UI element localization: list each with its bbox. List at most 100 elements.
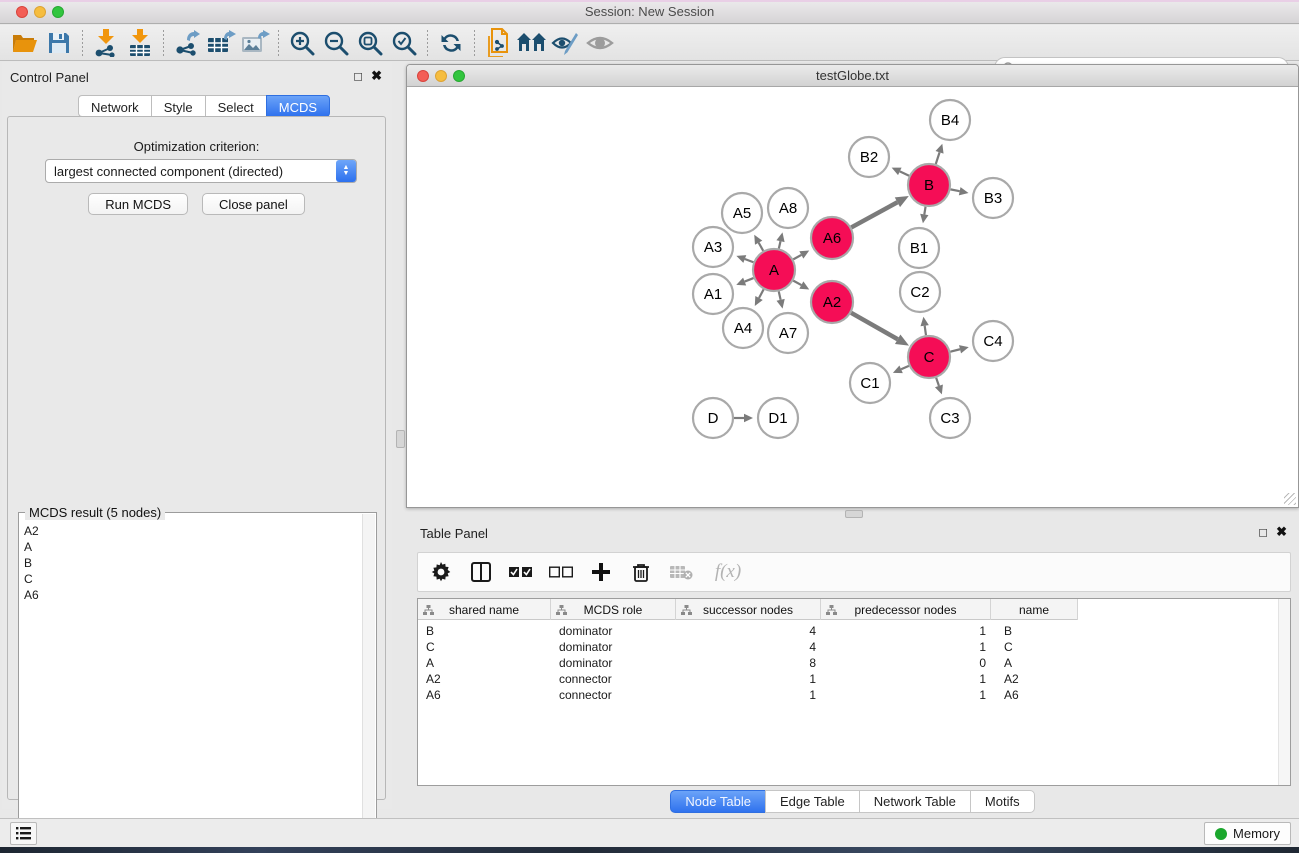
graph-edge[interactable] bbox=[793, 255, 801, 259]
graph-node-label: B3 bbox=[984, 190, 1002, 207]
criterion-value: largest connected component (directed) bbox=[46, 164, 336, 179]
status-bar: Memory bbox=[0, 818, 1299, 847]
graph-edge[interactable] bbox=[779, 291, 781, 299]
edge-arrowhead-icon bbox=[736, 255, 746, 263]
attribute-icon bbox=[826, 605, 837, 615]
zoom-selected-icon[interactable] bbox=[387, 28, 421, 58]
mcds-tab-content: Optimization criterion: largest connecte… bbox=[7, 116, 386, 800]
show-column-icon[interactable] bbox=[468, 559, 494, 585]
tab-network[interactable]: Network bbox=[78, 95, 151, 117]
column-header-mcds-role[interactable]: MCDS role bbox=[551, 599, 676, 620]
result-scrollbar[interactable] bbox=[362, 514, 375, 846]
zoom-fit-icon[interactable] bbox=[353, 28, 387, 58]
new-session-from-network-icon[interactable] bbox=[481, 28, 515, 58]
network-canvas[interactable]: AA5A8A3A1A4A7A6A2BB2B4B3B1CC2C4C1C3DD1 bbox=[408, 88, 1297, 507]
graph-edge[interactable] bbox=[851, 313, 898, 339]
result-item[interactable]: A6 bbox=[24, 587, 360, 603]
graph-edge[interactable] bbox=[924, 207, 925, 215]
select-all-columns-icon[interactable] bbox=[508, 559, 534, 585]
close-panel-button[interactable]: Close panel bbox=[202, 193, 305, 215]
graph-node-label: B bbox=[924, 177, 934, 194]
horizontal-splitter-grip[interactable] bbox=[845, 510, 863, 518]
column-header-name[interactable]: name bbox=[991, 599, 1078, 620]
zoom-in-icon[interactable] bbox=[285, 28, 319, 58]
graph-edge[interactable] bbox=[745, 259, 754, 262]
edge-arrowhead-icon bbox=[959, 345, 969, 353]
vertical-splitter-grip[interactable] bbox=[396, 430, 405, 448]
resize-grip-icon[interactable] bbox=[1284, 493, 1296, 505]
tab-edge-table[interactable]: Edge Table bbox=[765, 790, 859, 813]
toolbar-separator bbox=[82, 30, 83, 56]
tab-style[interactable]: Style bbox=[151, 95, 205, 117]
graph-edge[interactable] bbox=[793, 281, 801, 285]
zoom-out-icon[interactable] bbox=[319, 28, 353, 58]
memory-button[interactable]: Memory bbox=[1204, 822, 1291, 845]
graph-edge[interactable] bbox=[900, 171, 909, 175]
float-panel-icon[interactable]: ◻ bbox=[353, 69, 363, 83]
result-item[interactable]: A2 bbox=[24, 523, 360, 539]
tab-select[interactable]: Select bbox=[205, 95, 266, 117]
fx-label: f(x) bbox=[715, 561, 741, 583]
first-neighbors-icon[interactable] bbox=[515, 28, 549, 58]
export-table-icon[interactable] bbox=[204, 28, 238, 58]
graph-edge[interactable] bbox=[936, 378, 939, 386]
task-history-button[interactable] bbox=[10, 822, 37, 845]
close-table-panel-icon[interactable]: ✖ bbox=[1276, 524, 1287, 540]
graph-node-label: A1 bbox=[704, 286, 722, 303]
run-mcds-button[interactable]: Run MCDS bbox=[88, 193, 188, 215]
hide-graphics-details-icon[interactable] bbox=[549, 28, 583, 58]
table-panel: Table Panel ◻ ✖ f(x) bbox=[406, 518, 1299, 818]
graph-edge[interactable] bbox=[951, 189, 960, 191]
tab-mcds[interactable]: MCDS bbox=[266, 95, 330, 117]
graph-edge[interactable] bbox=[925, 326, 926, 336]
graph-edge[interactable] bbox=[779, 241, 781, 248]
graph-node-label: A3 bbox=[704, 239, 722, 256]
attribute-icon bbox=[681, 605, 692, 615]
import-network-icon[interactable] bbox=[89, 28, 123, 58]
table-settings-gear-icon[interactable] bbox=[428, 559, 454, 585]
create-column-icon[interactable] bbox=[588, 559, 614, 585]
criterion-dropdown[interactable]: largest connected component (directed) ▲… bbox=[45, 159, 357, 183]
export-network-icon[interactable] bbox=[170, 28, 204, 58]
tab-motifs[interactable]: Motifs bbox=[970, 790, 1035, 813]
graph-edge[interactable] bbox=[936, 152, 940, 164]
table-scrollbar[interactable] bbox=[1278, 599, 1290, 785]
import-table-icon[interactable] bbox=[123, 28, 157, 58]
window-title: Session: New Session bbox=[0, 4, 1299, 19]
mcds-result-list[interactable]: A2 A B C A6 bbox=[21, 523, 360, 845]
edge-arrowhead-icon bbox=[936, 144, 944, 154]
network-window-title: testGlobe.txt bbox=[407, 68, 1298, 83]
graph-edge[interactable] bbox=[950, 349, 960, 351]
refresh-icon[interactable] bbox=[434, 28, 468, 58]
column-header-successor-nodes[interactable]: successor nodes bbox=[676, 599, 821, 620]
result-item[interactable]: A bbox=[24, 539, 360, 555]
tab-network-table[interactable]: Network Table bbox=[859, 790, 970, 813]
graph-edge[interactable] bbox=[901, 366, 909, 369]
graph-edge[interactable] bbox=[759, 289, 764, 298]
main-toolbar bbox=[0, 25, 1299, 61]
network-window: testGlobe.txt AA5A8A3A1A4A7A6A2BB2B4B3B1… bbox=[406, 64, 1299, 508]
network-window-titlebar[interactable]: testGlobe.txt bbox=[407, 65, 1298, 87]
graph-edge[interactable] bbox=[851, 202, 897, 227]
attribute-icon bbox=[556, 605, 567, 615]
result-item[interactable]: B bbox=[24, 555, 360, 571]
graph-edge[interactable] bbox=[745, 278, 754, 281]
table-panel-title: Table Panel bbox=[420, 526, 488, 541]
close-panel-icon[interactable]: ✖ bbox=[371, 68, 382, 84]
export-image-icon[interactable] bbox=[238, 28, 272, 58]
node-table[interactable]: shared name MCDS role successor nodes pr… bbox=[417, 598, 1291, 786]
column-header-shared-name[interactable]: shared name bbox=[418, 599, 551, 620]
tab-node-table[interactable]: Node Table bbox=[670, 790, 765, 813]
open-session-icon[interactable] bbox=[8, 28, 42, 58]
show-graphics-details-icon[interactable] bbox=[583, 28, 617, 58]
float-table-panel-icon[interactable]: ◻ bbox=[1258, 525, 1268, 539]
edge-arrowhead-icon bbox=[744, 414, 753, 422]
unselect-all-columns-icon[interactable] bbox=[548, 559, 574, 585]
graph-edge[interactable] bbox=[759, 243, 764, 251]
column-header-predecessor-nodes[interactable]: predecessor nodes bbox=[821, 599, 991, 620]
save-session-icon[interactable] bbox=[42, 28, 76, 58]
delete-column-trash-icon[interactable] bbox=[628, 559, 654, 585]
result-item[interactable]: C bbox=[24, 571, 360, 587]
network-graph: AA5A8A3A1A4A7A6A2BB2B4B3B1CC2C4C1C3DD1 bbox=[408, 88, 1297, 507]
control-panel: Control Panel ◻ ✖ Network Style Select M… bbox=[2, 62, 392, 809]
